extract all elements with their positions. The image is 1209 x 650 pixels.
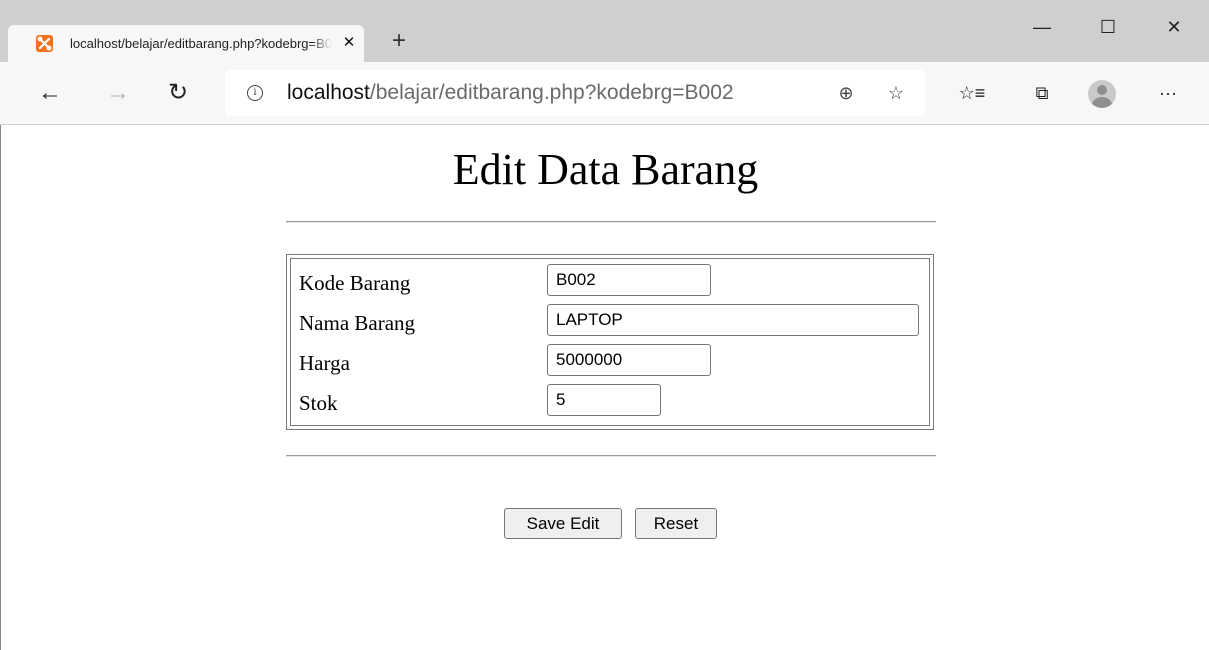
url-host: localhost [287, 81, 370, 104]
new-tab-button[interactable]: + [387, 29, 411, 54]
address-bar[interactable]: i localhost/belajar/editbarang.php?kodeb… [225, 70, 925, 116]
page-title: Edit Data Barang [452, 145, 759, 194]
profile-avatar-icon[interactable] [1088, 80, 1116, 108]
bottom-divider [286, 455, 936, 457]
forward-button[interactable]: → [104, 79, 132, 107]
url-text[interactable]: localhost/belajar/editbarang.php?kodebrg… [287, 81, 734, 105]
favorite-star-icon[interactable]: ☆ [885, 82, 907, 104]
tab-title: localhost/belajar/editbarang.php?kodebrg… [70, 36, 332, 51]
stok-input[interactable] [547, 384, 661, 416]
avatar-head [1097, 85, 1107, 95]
refresh-button[interactable]: ↻ [164, 79, 192, 107]
maximize-button[interactable]: ☐ [1085, 12, 1131, 42]
zoom-icon[interactable]: ⊕ [835, 82, 857, 104]
xampp-icon [36, 35, 53, 52]
harga-input[interactable] [547, 344, 711, 376]
harga-label: Harga [299, 351, 350, 375]
save-edit-button[interactable]: Save Edit [504, 508, 622, 539]
avatar-body [1092, 97, 1112, 108]
close-tab-icon[interactable]: ✕ [341, 35, 357, 51]
nama-barang-input[interactable] [547, 304, 919, 336]
close-window-button[interactable]: ✕ [1151, 12, 1197, 42]
kode-barang-input[interactable] [547, 264, 711, 296]
stok-label: Stok [299, 391, 338, 415]
minimize-button[interactable]: — [1019, 12, 1065, 42]
browser-tab[interactable]: localhost/belajar/editbarang.php?kodebrg… [8, 25, 364, 62]
url-path: /belajar/editbarang.php?kodebrg=B002 [369, 81, 734, 104]
back-button[interactable]: ← [36, 79, 64, 107]
reset-button[interactable]: Reset [635, 508, 717, 539]
browser-toolbar: ← → ↻ i localhost/belajar/editbarang.php… [0, 62, 1209, 125]
site-info-icon[interactable]: i [247, 85, 263, 101]
nama-barang-label: Nama Barang [299, 311, 416, 335]
more-options-icon[interactable]: ··· [1150, 79, 1186, 107]
kode-barang-label: Kode Barang [299, 271, 411, 295]
page-content: Edit Data Barang Kode Barang Nama Barang… [0, 125, 1209, 650]
collections-icon[interactable]: ⧉ [1028, 79, 1056, 107]
top-divider [286, 221, 936, 223]
favorites-list-icon[interactable]: ☆≡ [955, 79, 989, 107]
tab-strip: localhost/belajar/editbarang.php?kodebrg… [0, 0, 1209, 62]
